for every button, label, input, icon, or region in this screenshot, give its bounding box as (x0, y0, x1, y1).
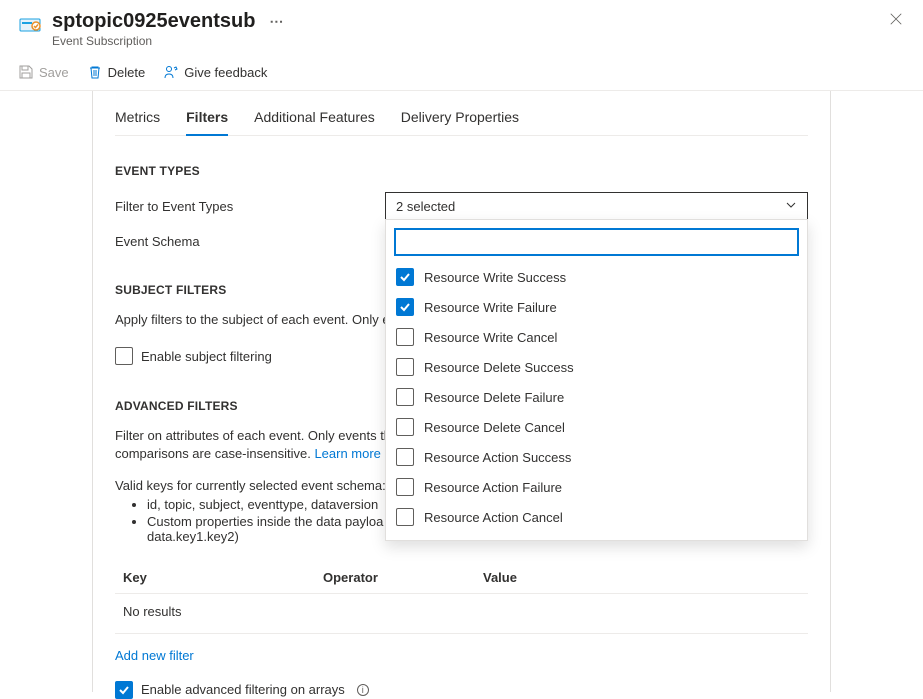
filters-table-head: Key Operator Value (115, 562, 808, 594)
event-types-dropdown[interactable]: 2 selected Resource Write SuccessResourc… (385, 192, 808, 220)
main-panel: Metrics Filters Additional Features Deli… (92, 91, 831, 692)
page-title: sptopic0925eventsub ⋯ (52, 10, 887, 33)
tab-filters[interactable]: Filters (186, 109, 228, 135)
dropdown-option[interactable]: Resource Write Cancel (394, 322, 799, 352)
enable-arrays-label: Enable advanced filtering on arrays (141, 682, 345, 697)
dropdown-option[interactable]: Resource Delete Success (394, 352, 799, 382)
section-label-event-types: EVENT TYPES (115, 164, 808, 178)
checkbox-unchecked[interactable] (396, 418, 414, 436)
dropdown-option-label: Resource Delete Success (424, 360, 574, 375)
checkbox-checked[interactable] (396, 268, 414, 286)
page-title-text: sptopic0925eventsub (52, 10, 255, 33)
dropdown-panel: Resource Write Success Resource Write Fai… (385, 219, 808, 541)
event-schema-label: Event Schema (115, 234, 385, 249)
enable-arrays-row[interactable]: Enable advanced filtering on arrays i (115, 681, 808, 699)
dropdown-option-label: Resource Write Success (424, 270, 566, 285)
dropdown-option[interactable]: Resource Write Success (394, 262, 799, 292)
header: sptopic0925eventsub ⋯ Event Subscription (0, 0, 923, 58)
dropdown-option-label: Resource Action Cancel (424, 510, 563, 525)
dropdown-value: 2 selected (396, 199, 455, 214)
page-subtitle: Event Subscription (52, 34, 887, 48)
dropdown-option[interactable]: Resource Delete Cancel (394, 412, 799, 442)
checkbox-unchecked[interactable] (115, 347, 133, 365)
dropdown-option[interactable]: Resource Action Cancel (394, 502, 799, 532)
dropdown-option-label: Resource Write Cancel (424, 330, 557, 345)
learn-more-link[interactable]: Learn more (314, 446, 380, 461)
col-value: Value (483, 570, 800, 585)
dropdown-option-label: Resource Action Failure (424, 480, 562, 495)
delete-label: Delete (108, 65, 146, 80)
close-icon[interactable] (887, 10, 905, 33)
dropdown-option-label: Resource Delete Cancel (424, 420, 565, 435)
add-new-filter-link[interactable]: Add new filter (115, 648, 194, 663)
info-icon[interactable]: i (357, 684, 369, 696)
delete-button[interactable]: Delete (87, 64, 146, 80)
dropdown-search-input[interactable] (394, 228, 799, 256)
checkbox-unchecked[interactable] (396, 358, 414, 376)
tab-additional[interactable]: Additional Features (254, 109, 375, 135)
dropdown-option[interactable]: Resource Action Failure (394, 472, 799, 502)
dropdown-option[interactable]: Resource Action Success (394, 442, 799, 472)
chevron-down-icon (785, 199, 797, 214)
tabs: Metrics Filters Additional Features Deli… (115, 91, 808, 136)
checkbox-unchecked[interactable] (396, 388, 414, 406)
more-icon[interactable]: ⋯ (269, 13, 283, 30)
filter-event-types-label: Filter to Event Types (115, 199, 385, 214)
feedback-label: Give feedback (184, 65, 267, 80)
dropdown-option-label: Resource Delete Failure (424, 390, 564, 405)
save-icon (18, 64, 34, 80)
dropdown-option[interactable]: Resource Write Failure (394, 292, 799, 322)
dropdown-option-label: Resource Write Failure (424, 300, 557, 315)
save-label: Save (39, 65, 69, 80)
toolbar: Save Delete Give feedback (0, 58, 923, 91)
no-results: No results (115, 594, 808, 634)
col-operator: Operator (323, 570, 483, 585)
section-event-types: EVENT TYPES Filter to Event Types 2 sele… (115, 164, 808, 249)
dropdown-option[interactable]: Resource Delete Failure (394, 382, 799, 412)
resource-icon (18, 12, 42, 36)
tab-delivery[interactable]: Delivery Properties (401, 109, 519, 135)
feedback-button[interactable]: Give feedback (163, 64, 267, 80)
checkbox-checked[interactable] (396, 298, 414, 316)
save-button: Save (18, 64, 69, 80)
delete-icon (87, 64, 103, 80)
enable-subject-label: Enable subject filtering (141, 349, 272, 364)
checkbox-checked[interactable] (115, 681, 133, 699)
checkbox-unchecked[interactable] (396, 508, 414, 526)
checkbox-unchecked[interactable] (396, 328, 414, 346)
feedback-icon (163, 64, 179, 80)
checkbox-unchecked[interactable] (396, 478, 414, 496)
dropdown-option-label: Resource Action Success (424, 450, 571, 465)
col-key: Key (123, 570, 323, 585)
checkbox-unchecked[interactable] (396, 448, 414, 466)
tab-metrics[interactable]: Metrics (115, 109, 160, 135)
